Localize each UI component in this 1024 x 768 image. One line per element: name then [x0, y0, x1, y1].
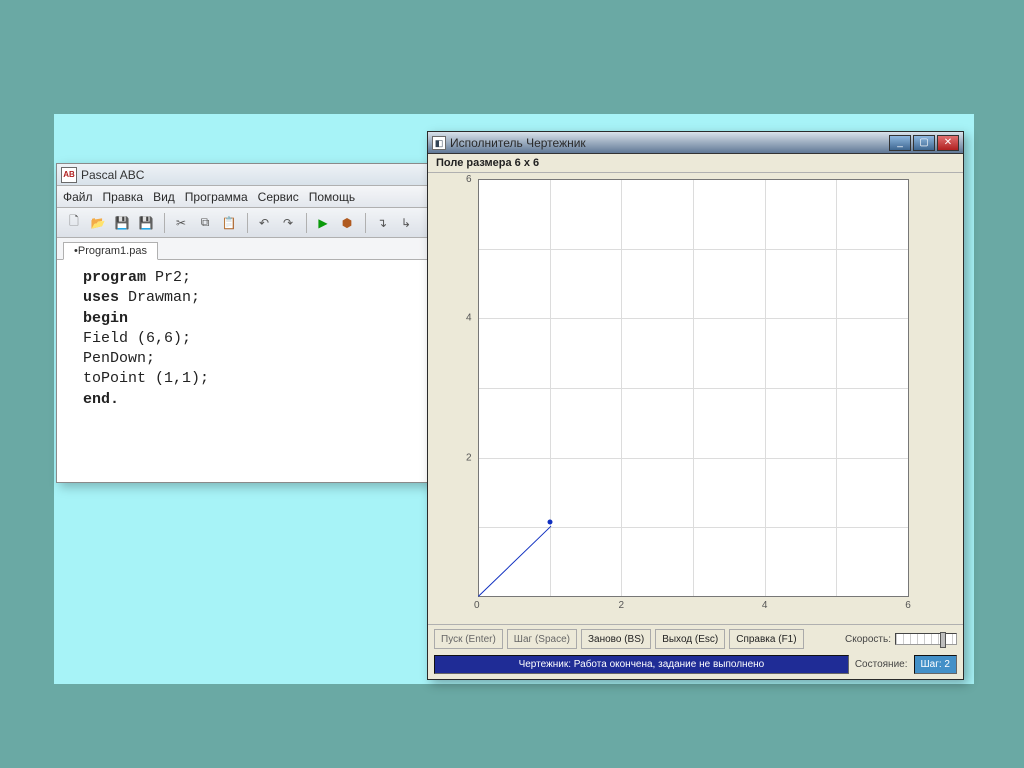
cut-icon[interactable]: ✂: [170, 212, 192, 234]
open-file-icon[interactable]: 📂: [87, 212, 109, 234]
undo-icon[interactable]: ↶: [253, 212, 275, 234]
y-tick-2: 2: [466, 452, 472, 463]
kw-program: program: [83, 269, 146, 286]
toolbar-separator-2: [247, 213, 248, 233]
code-text: Pr2;: [146, 269, 191, 286]
drawman-controls: Пуск (Enter) Шаг (Space) Заново (BS) Вых…: [428, 624, 963, 653]
drawman-title: Исполнитель Чертежник: [450, 136, 887, 150]
menubar: Файл Правка Вид Программа Сервис Помощь: [57, 186, 430, 208]
drawman-app-icon: ◧: [432, 136, 446, 150]
editor-tabs: •Program1.pas: [57, 238, 430, 260]
pen-stroke: [478, 526, 551, 597]
new-file-icon[interactable]: 🗋: [63, 212, 85, 234]
run-icon[interactable]: ▶: [312, 212, 334, 234]
drawman-titlebar[interactable]: ◧ Исполнитель Чертежник _ ▢ ✕: [428, 132, 963, 154]
maximize-icon[interactable]: ▢: [913, 135, 935, 151]
speed-label: Скорость:: [845, 634, 891, 645]
menu-edit[interactable]: Правка: [103, 190, 144, 204]
drawman-status-row: Чертежник: Работа окончена, задание не в…: [428, 653, 963, 679]
x-tick-0: 0: [474, 600, 480, 611]
menu-help[interactable]: Помощь: [309, 190, 355, 204]
stop-icon[interactable]: ⬢: [336, 212, 358, 234]
kw-end: end.: [83, 391, 119, 408]
toolbar-separator-3: [306, 213, 307, 233]
pascal-app-icon: AB: [61, 167, 77, 183]
save-all-icon[interactable]: 💾: [135, 212, 157, 234]
again-button[interactable]: Заново (BS): [581, 629, 651, 649]
save-icon[interactable]: 💾: [111, 212, 133, 234]
y-tick-4: 4: [466, 313, 472, 324]
toolbar: 🗋 📂 💾 💾 ✂ ⧉ 📋 ↶ ↷ ▶ ⬢ ↴ ↳: [57, 208, 430, 238]
redo-icon[interactable]: ↷: [277, 212, 299, 234]
state-label: Состояние:: [855, 659, 908, 670]
toolbar-separator: [164, 213, 165, 233]
menu-view[interactable]: Вид: [153, 190, 175, 204]
step-into-icon[interactable]: ↴: [371, 212, 393, 234]
window-controls: _ ▢ ✕: [887, 135, 959, 151]
x-tick-4: 4: [762, 600, 768, 611]
field-size-label: Поле размера 6 x 6: [428, 154, 963, 173]
minimize-icon[interactable]: _: [889, 135, 911, 151]
grid-canvas: 6 4 2 0 2 4 6: [478, 179, 908, 597]
x-tick-6: 6: [905, 600, 911, 611]
code-text: toPoint (1,1);: [83, 370, 209, 387]
toolbar-separator-4: [365, 213, 366, 233]
code-text: PenDown;: [83, 350, 155, 367]
draw-canvas-area: 6 4 2 0 2 4 6: [428, 173, 963, 624]
speed-slider-thumb[interactable]: [940, 632, 946, 648]
status-message: Чертежник: Работа окончена, задание не в…: [434, 655, 849, 674]
code-text: Drawman;: [119, 289, 200, 306]
tab-program1[interactable]: •Program1.pas: [63, 242, 158, 260]
step-over-icon[interactable]: ↳: [395, 212, 417, 234]
kw-begin: begin: [83, 310, 128, 327]
copy-icon[interactable]: ⧉: [194, 212, 216, 234]
speed-slider[interactable]: [895, 633, 957, 645]
y-tick-6: 6: [466, 174, 472, 185]
pascal-window: AB Pascal ABC Файл Правка Вид Программа …: [56, 163, 431, 483]
pascal-title: Pascal ABC: [81, 168, 144, 182]
close-icon[interactable]: ✕: [937, 135, 959, 151]
exit-button[interactable]: Выход (Esc): [655, 629, 725, 649]
code-text: Field (6,6);: [83, 330, 191, 347]
step-button[interactable]: Шаг (Space): [507, 629, 577, 649]
menu-program[interactable]: Программа: [185, 190, 248, 204]
kw-uses: uses: [83, 289, 119, 306]
code-editor[interactable]: program Pr2; uses Drawman; begin Field (…: [57, 260, 430, 482]
y-axis: [478, 179, 479, 597]
x-tick-2: 2: [619, 600, 625, 611]
help-button[interactable]: Справка (F1): [729, 629, 803, 649]
menu-service[interactable]: Сервис: [258, 190, 299, 204]
pen-position: [547, 520, 552, 525]
run-button[interactable]: Пуск (Enter): [434, 629, 503, 649]
paste-icon[interactable]: 📋: [218, 212, 240, 234]
drawman-window: ◧ Исполнитель Чертежник _ ▢ ✕ Поле разме…: [427, 131, 964, 680]
pascal-titlebar[interactable]: AB Pascal ABC: [57, 164, 430, 186]
x-axis: [478, 596, 908, 597]
menu-file[interactable]: Файл: [63, 190, 93, 204]
step-badge: Шаг: 2: [914, 655, 958, 674]
